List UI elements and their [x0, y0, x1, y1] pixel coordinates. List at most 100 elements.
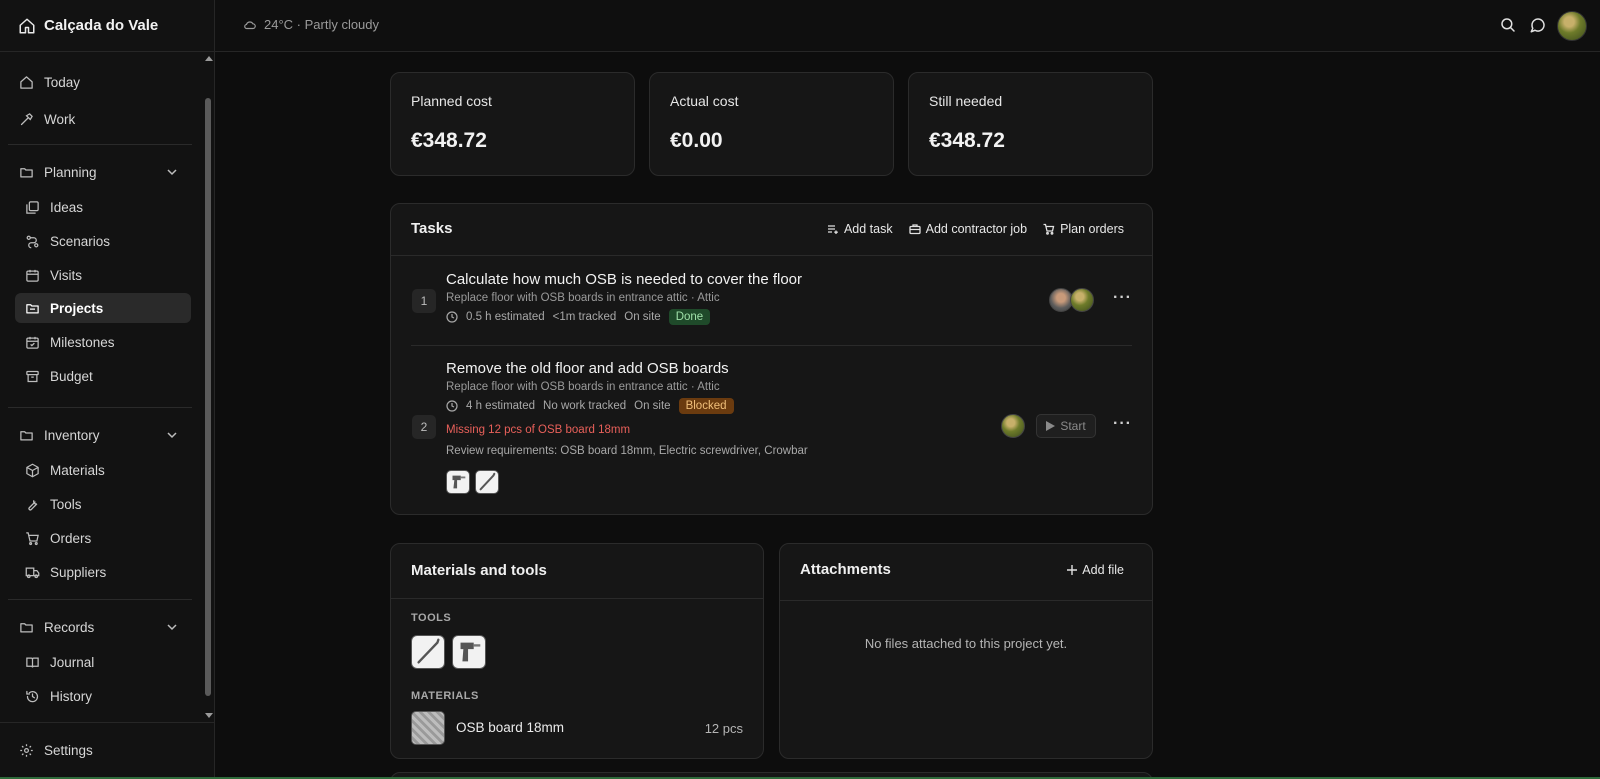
sidebar-item-label: Visits	[50, 267, 83, 283]
sidebar-item-history[interactable]: History	[15, 681, 191, 711]
divider	[411, 345, 1132, 346]
sidebar-item-label: Today	[44, 74, 81, 90]
divider	[391, 598, 763, 599]
planned-cost-card: Planned cost €348.72	[390, 72, 635, 176]
sidebar-scrollbar[interactable]	[203, 52, 214, 722]
list-plus-icon	[827, 225, 838, 234]
crowbar-icon	[417, 638, 440, 664]
clock-icon	[446, 311, 458, 323]
sidebar-item-label: Budget	[50, 368, 93, 384]
sidebar-item-orders[interactable]: Orders	[15, 523, 191, 553]
app-root: Calçada do Vale Today Work Planning Idea…	[0, 0, 1600, 779]
crowbar-thumbnail[interactable]	[475, 470, 499, 494]
task-title[interactable]: Calculate how much OSB is needed to cove…	[446, 271, 802, 288]
task-meta: 0.5 h estimated <1m tracked On site Done	[446, 309, 711, 325]
plan-orders-button[interactable]: Plan orders	[1043, 222, 1124, 236]
start-label: Start	[1060, 419, 1086, 433]
sidebar-section-inventory[interactable]: Inventory	[15, 420, 191, 450]
sidebar-item-budget[interactable]: Budget	[15, 361, 191, 391]
sidebar-item-tools[interactable]: Tools	[15, 489, 191, 519]
start-button[interactable]: Start	[1036, 414, 1096, 438]
task-title[interactable]: Remove the old floor and add OSB boards	[446, 360, 729, 377]
sidebar-item-ideas[interactable]: Ideas	[15, 192, 191, 222]
assignee-avatar[interactable]	[1001, 414, 1025, 438]
divider	[0, 722, 214, 723]
sidebar-item-journal[interactable]: Journal	[15, 647, 191, 677]
sidebar-item-work[interactable]: Work	[15, 104, 191, 134]
add-contractor-job-button[interactable]: Add contractor job	[908, 222, 1027, 236]
add-task-button[interactable]: Add task	[827, 222, 893, 236]
material-thumbnail[interactable]	[411, 711, 445, 745]
task-tracked: No work tracked	[543, 400, 627, 412]
sidebar-item-label: Settings	[44, 742, 93, 758]
add-file-button[interactable]: Add file	[1067, 563, 1124, 577]
ideas-icon	[26, 200, 39, 214]
material-name[interactable]: OSB board 18mm	[456, 720, 564, 735]
screwdriver-icon	[460, 642, 481, 662]
topbar: 24°C · Partly cloudy	[215, 0, 1600, 52]
crowbar-icon	[479, 472, 496, 491]
brand[interactable]: Calçada do Vale	[0, 0, 214, 52]
task-number: 1	[412, 289, 436, 313]
still-needed-card: Still needed €348.72	[908, 72, 1153, 176]
more-options-icon[interactable]: ···	[1113, 290, 1131, 309]
sidebar-item-label: Projects	[50, 300, 104, 316]
sidebar-section-label: Inventory	[44, 427, 100, 443]
sidebar-item-label: Suppliers	[50, 564, 107, 580]
sidebar-section-label: Planning	[44, 164, 97, 180]
assignee-avatar[interactable]	[1070, 288, 1094, 312]
task-subtitle: Replace floor with OSB boards in entranc…	[446, 381, 720, 393]
brand-name: Calçada do Vale	[44, 17, 159, 34]
screwdriver-tile[interactable]	[452, 635, 486, 669]
hammer-icon	[20, 112, 33, 125]
task-location: On site	[634, 400, 671, 412]
task-actions: Add task Add contractor job Plan orders	[827, 222, 1124, 236]
scroll-up-icon[interactable]	[205, 56, 213, 61]
sidebar-item-settings[interactable]: Settings	[15, 738, 93, 762]
scroll-down-icon[interactable]	[205, 713, 213, 718]
sidebar-item-suppliers[interactable]: Suppliers	[15, 557, 191, 587]
weather-widget: 24°C · Partly cloudy	[243, 17, 379, 32]
sidebar-item-today[interactable]: Today	[15, 67, 191, 97]
review-requirements[interactable]: Review requirements: OSB board 18mm, Ele…	[446, 445, 808, 457]
box-icon	[26, 463, 39, 477]
sidebar-item-label: Milestones	[50, 334, 115, 350]
divider	[780, 600, 1152, 601]
folder-icon	[20, 430, 33, 440]
truck-icon	[25, 567, 40, 578]
chevron-down-icon	[167, 624, 177, 631]
stat-value: €348.72	[929, 129, 1005, 152]
crowbar-tile[interactable]	[411, 635, 445, 669]
play-icon	[1046, 421, 1056, 431]
user-avatar[interactable]	[1557, 11, 1587, 41]
divider	[8, 407, 192, 408]
scenarios-icon	[26, 235, 39, 248]
sidebar-item-materials[interactable]: Materials	[15, 455, 191, 485]
sidebar-item-label: Materials	[50, 462, 105, 478]
sidebar-nav: Today Work Planning Ideas Scenarios Visi…	[0, 52, 203, 722]
cart-icon	[1043, 223, 1055, 235]
sidebar-item-projects[interactable]: Projects	[15, 293, 191, 323]
task-meta: 4 h estimated No work tracked On site Bl…	[446, 398, 734, 414]
scrollbar-thumb[interactable]	[205, 98, 211, 696]
screwdriver-thumbnail[interactable]	[446, 470, 470, 494]
screwdriver-icon	[452, 475, 466, 489]
task-location: On site	[624, 311, 661, 323]
sidebar-item-milestones[interactable]: Milestones	[15, 327, 191, 357]
home-icon	[19, 18, 35, 33]
sidebar-item-scenarios[interactable]: Scenarios	[15, 226, 191, 256]
sidebar-item-label: Work	[44, 111, 76, 127]
chat-icon[interactable]	[1529, 16, 1547, 34]
status-badge: Blocked	[678, 398, 734, 414]
stat-label: Actual cost	[670, 93, 739, 109]
chevron-down-icon	[167, 169, 177, 176]
sidebar-item-visits[interactable]: Visits	[15, 260, 191, 290]
folder-icon	[20, 622, 33, 632]
add-file-label: Add file	[1082, 563, 1124, 577]
more-options-icon[interactable]: ···	[1113, 416, 1131, 435]
search-icon[interactable]	[1499, 16, 1517, 34]
sidebar-section-planning[interactable]: Planning	[15, 157, 191, 187]
sidebar-section-label: Records	[44, 619, 95, 635]
sidebar-section-records[interactable]: Records	[15, 612, 191, 642]
missing-warning: Missing 12 pcs of OSB board 18mm	[446, 424, 631, 436]
